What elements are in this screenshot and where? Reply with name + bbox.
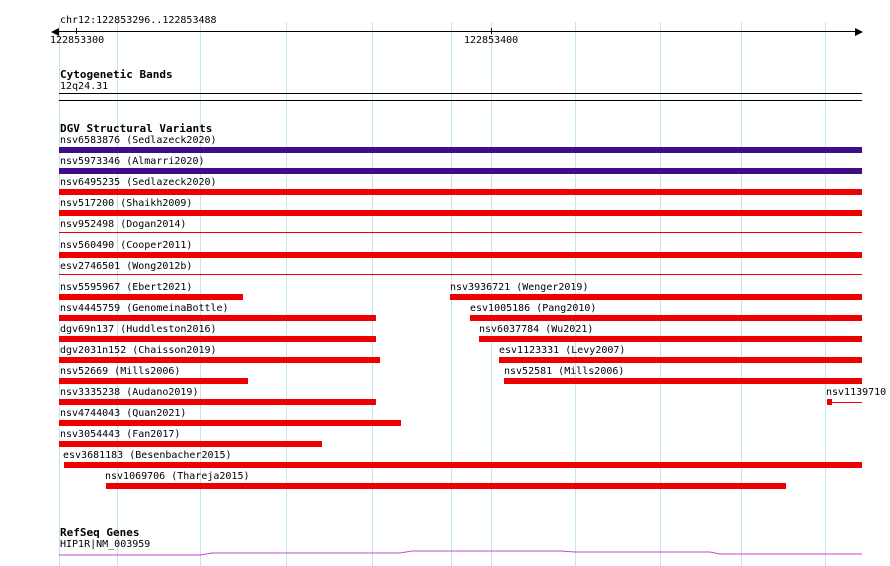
feature-label[interactable]: nsv52581 (Mills2006) (504, 366, 624, 378)
genome-browser-view: chr12:122853296..122853488 122853300 122… (0, 0, 890, 566)
feature-label[interactable]: dgv69n137 (Huddleston2016) (60, 324, 217, 336)
cytoband-outline-top (59, 93, 862, 94)
feature-bar[interactable] (64, 462, 862, 468)
cytoband-label: 12q24.31 (60, 81, 109, 92)
feature-bar[interactable] (59, 336, 376, 342)
feature-label[interactable]: nsv6495235 (Sedlazeck2020) (60, 177, 217, 189)
refseq-track-title[interactable]: RefSeq Genes (60, 526, 139, 539)
feature-label[interactable]: nsv517200 (Shaikh2009) (60, 198, 192, 210)
feature-label[interactable]: esv3681183 (Besenbacher2015) (63, 450, 232, 462)
feature-label[interactable]: esv1005186 (Pang2010) (470, 303, 596, 315)
feature-bar[interactable] (499, 357, 862, 363)
ruler-tick (76, 28, 77, 34)
feature-bar[interactable] (59, 441, 322, 447)
feature-bar[interactable] (59, 399, 376, 405)
feature-bar[interactable] (470, 315, 862, 321)
feature-bar[interactable] (504, 378, 862, 384)
feature-label[interactable]: nsv3335238 (Audano2019) (60, 387, 198, 399)
gene-model[interactable] (0, 540, 890, 566)
feature-bar[interactable] (59, 168, 862, 174)
feature-label[interactable]: nsv4445759 (GenomeinaBottle) (60, 303, 229, 315)
feature-label[interactable]: nsv952498 (Dogan2014) (60, 219, 186, 231)
feature-label[interactable]: nsv560490 (Cooper2011) (60, 240, 192, 252)
feature-bar[interactable] (59, 189, 862, 195)
feature-label[interactable]: nsv3936721 (Wenger2019) (450, 282, 588, 294)
feature-bar[interactable] (59, 378, 248, 384)
gene-line (59, 550, 862, 556)
feature-bar[interactable] (59, 315, 376, 321)
cytoband-track-title[interactable]: Cytogenetic Bands (60, 68, 173, 81)
feature-label[interactable]: dgv2031n152 (Chaisson2019) (60, 345, 217, 357)
feature-bar[interactable] (59, 232, 862, 233)
feature-label[interactable]: nsv6583876 (Sedlazeck2020) (60, 135, 217, 147)
feature-bar[interactable] (59, 252, 862, 258)
ruler-tick (491, 28, 492, 34)
feature-label[interactable]: nsv4744043 (Quan2021) (60, 408, 186, 420)
feature-label[interactable]: nsv5595967 (Ebert2021) (60, 282, 192, 294)
feature-bar[interactable] (479, 336, 862, 342)
feature-connector (832, 402, 862, 403)
feature-label[interactable]: nsv5973346 (Almarri2020) (60, 156, 205, 168)
locus-label: chr12:122853296..122853488 (60, 15, 217, 26)
feature-bar[interactable] (59, 147, 862, 153)
dgv-track-title[interactable]: DGV Structural Variants (60, 122, 212, 135)
ruler-tick-label: 122853400 (464, 35, 519, 46)
feature-bar[interactable] (59, 294, 243, 300)
feature-bar[interactable] (59, 420, 401, 426)
cytoband-outline-bottom (59, 100, 862, 101)
feature-label[interactable]: esv1123331 (Levy2007) (499, 345, 625, 357)
feature-bar[interactable] (59, 210, 862, 216)
feature-label[interactable]: esv2746501 (Wong2012b) (60, 261, 192, 273)
feature-bar[interactable] (106, 483, 786, 489)
feature-label[interactable]: nsv6037784 (Wu2021) (479, 324, 593, 336)
scroll-right-arrow-icon[interactable] (855, 28, 863, 36)
ruler-tick-label: 122853300 (50, 35, 105, 46)
feature-label[interactable]: nsv3054443 (Fan2017) (60, 429, 180, 441)
feature-label[interactable]: nsv1069706 (Thareja2015) (105, 471, 250, 483)
ruler-axis (59, 31, 856, 32)
feature-label[interactable]: nsv52669 (Mills2006) (60, 366, 180, 378)
feature-bar[interactable] (59, 357, 380, 363)
feature-label[interactable]: nsv1139710 (826, 387, 886, 399)
feature-bar[interactable] (450, 294, 862, 300)
feature-bar[interactable] (59, 274, 862, 275)
